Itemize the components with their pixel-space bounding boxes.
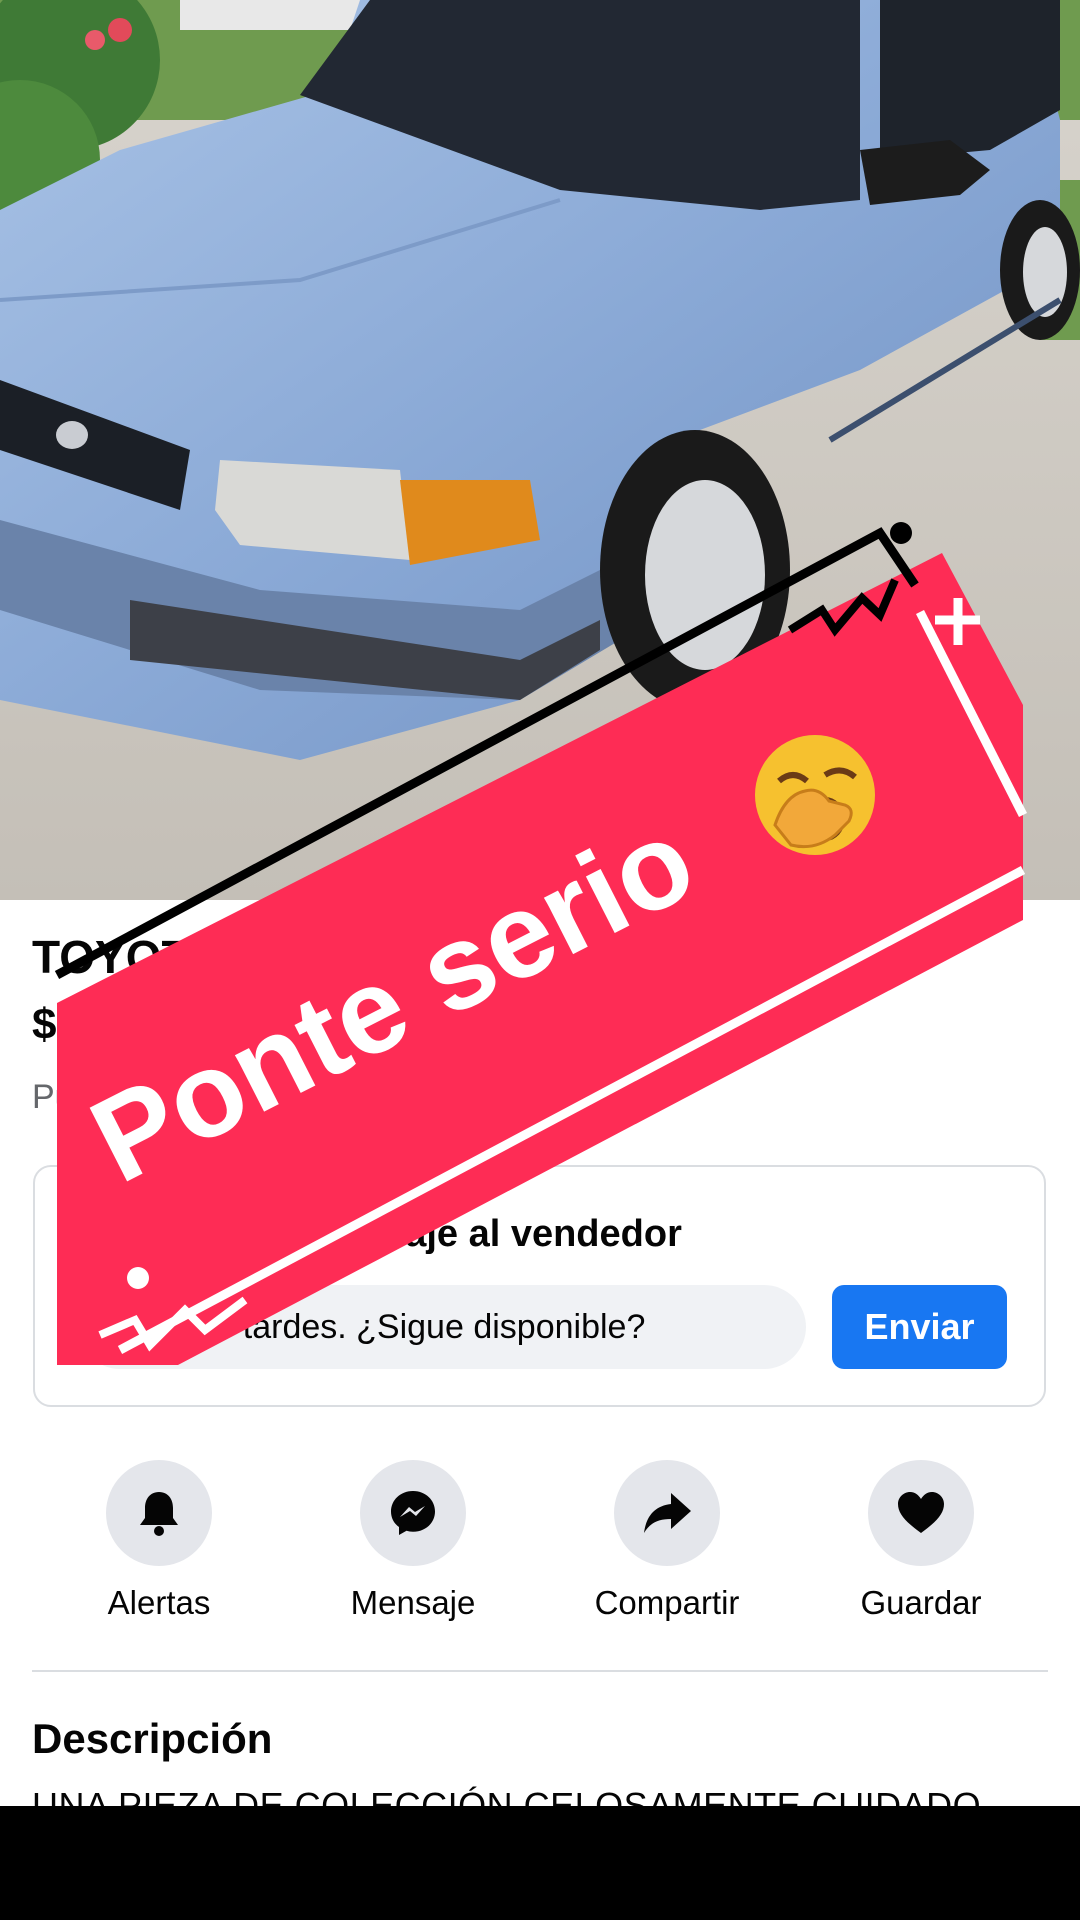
listing-title: TOYOTA TERCEL 1997 xyxy=(32,931,529,983)
description-heading: Descripción xyxy=(32,1715,273,1762)
alerts-label: Alertas xyxy=(107,1584,211,1621)
section-divider xyxy=(32,1670,1048,1672)
alerts-button[interactable] xyxy=(106,1460,212,1566)
messenger-icon xyxy=(391,1491,435,1535)
save-action[interactable]: Guardar xyxy=(821,1460,1021,1622)
message-label: Mensaje xyxy=(350,1584,476,1621)
save-button[interactable] xyxy=(868,1460,974,1566)
send-button[interactable]: Enviar xyxy=(832,1285,1007,1369)
bell-icon xyxy=(140,1492,178,1536)
alerts-action[interactable]: Alertas xyxy=(59,1460,259,1622)
share-arrow-icon xyxy=(644,1493,691,1533)
message-card-title: Envía un mensaje al vendedor xyxy=(137,1212,682,1255)
car-photo-image xyxy=(0,0,1080,900)
share-label: Compartir xyxy=(594,1584,740,1621)
listing-photo[interactable] xyxy=(0,0,1080,900)
messenger-icon xyxy=(78,1215,116,1254)
listing-price: $ xyxy=(32,1000,57,1049)
message-seller-card: Envía un mensaje al vendedor Enviar xyxy=(33,1165,1046,1407)
listing-location: Publicado hace 1 día en Mayagüez, PR xyxy=(32,1078,630,1116)
message-input[interactable] xyxy=(78,1285,806,1369)
save-label: Guardar xyxy=(860,1584,982,1621)
bottom-black-bar xyxy=(0,1806,1080,1920)
share-action[interactable]: Compartir xyxy=(567,1460,767,1622)
message-action[interactable]: Mensaje xyxy=(313,1460,513,1622)
message-card-header: Envía un mensaje al vendedor xyxy=(75,1212,682,1256)
heart-icon xyxy=(898,1492,944,1533)
action-bar: Alertas Mensaje Compartir Guardar xyxy=(0,1460,1080,1660)
share-button[interactable] xyxy=(614,1460,720,1566)
message-button[interactable] xyxy=(360,1460,466,1566)
